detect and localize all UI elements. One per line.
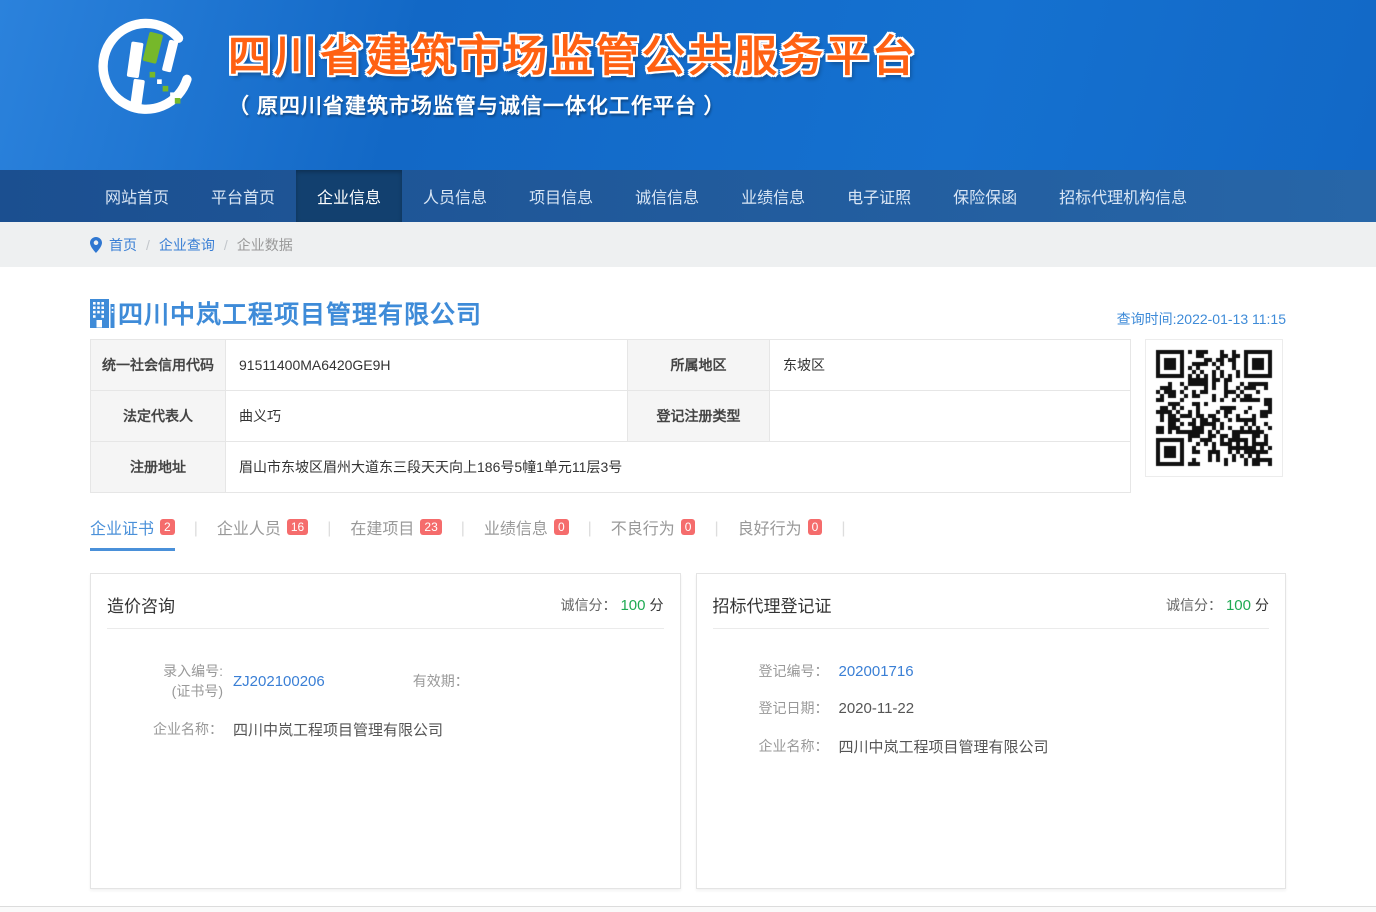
credit-score: 诚信分：100分 [1166,595,1269,615]
breadcrumb-separator: / [146,237,150,253]
tab-bad-behavior[interactable]: 不良行为 0 [611,515,696,551]
tab-separator: | [841,520,845,547]
tab-enterprise-personnel[interactable]: 企业人员 16 [217,515,308,551]
nav-item-bidding-agency-info[interactable]: 招标代理机构信息 [1038,170,1208,222]
field-label: 企业名称： [697,736,829,756]
cell-value-region: 东坡区 [770,340,1131,391]
tab-count-badge: 2 [160,519,175,535]
nav-item-performance-info[interactable]: 业绩信息 [720,170,826,222]
detail-tabs: 企业证书 2 | 企业人员 16 | 在建项目 23 | 业绩信息 0 | 不良… [90,515,1286,551]
breadcrumb-home-link[interactable]: 首页 [109,235,137,255]
table-row: 法定代表人 曲义巧 登记注册类型 [91,391,1131,442]
tab-label: 不良行为 [611,515,675,539]
company-info-table: 统一社会信用代码 91511400MA6420GE9H 所属地区 东坡区 法定代… [90,339,1131,493]
credit-score-unit: 分 [1255,597,1269,613]
table-row: 统一社会信用代码 91511400MA6420GE9H 所属地区 东坡区 [91,340,1131,391]
nav-item-website-home[interactable]: 网站首页 [84,170,190,222]
tab-performance-info[interactable]: 业绩信息 0 [484,515,569,551]
certificate-card-cost-consulting: 造价咨询 诚信分：100 分 录入编号: (证书号) ZJ202100206 有效… [90,573,681,889]
tab-enterprise-certificates[interactable]: 企业证书 2 [90,515,175,551]
field-row-company-name: 企业名称： 四川中岚工程项目管理有限公司 [91,719,680,740]
nav-item-e-certificate[interactable]: 电子证照 [826,170,932,222]
tab-separator: | [194,520,198,547]
credit-score: 诚信分：100 分 [560,595,663,615]
breadcrumb-enterprise-query-link[interactable]: 企业查询 [159,235,215,255]
query-time: 查询时间:2022-01-13 11:15 [1117,309,1286,331]
nav-item-platform-home[interactable]: 平台首页 [190,170,296,222]
tab-separator: | [461,520,465,547]
nav-item-insurance-guarantee[interactable]: 保险保函 [932,170,1038,222]
breadcrumb-separator: / [224,237,228,253]
site-subtitle: （ 原四川省建筑市场监管与诚信一体化工作平台 ） [228,90,918,120]
tab-count-badge: 23 [420,519,441,535]
tab-projects-under-construction[interactable]: 在建项目 23 [350,515,441,551]
tab-count-badge: 0 [554,519,569,535]
certificate-number-link[interactable]: ZJ202100206 [233,673,325,690]
table-row: 注册地址 眉山市东坡区眉州大道东三段天天向上186号5幢1单元11层3号 [91,442,1131,493]
cell-value-registered-address: 眉山市东坡区眉州大道东三段天天向上186号5幢1单元11层3号 [226,442,1131,493]
nav-item-credit-info[interactable]: 诚信信息 [614,170,720,222]
credit-score-label: 诚信分： [1166,597,1222,613]
cell-label-credit-code: 统一社会信用代码 [91,340,226,391]
company-name-title: 四川中岚工程项目管理有限公司 [118,295,482,331]
tab-good-behavior[interactable]: 良好行为 0 [738,515,823,551]
credit-score-value: 100 [1226,597,1251,614]
main-nav: 网站首页 平台首页 企业信息 人员信息 项目信息 诚信信息 业绩信息 电子证照 … [0,170,1376,222]
site-header: 四川省建筑市场监管公共服务平台 （ 原四川省建筑市场监管与诚信一体化工作平台 ） [0,0,1376,170]
cell-label-region: 所属地区 [628,340,770,391]
cell-label-legal-representative: 法定代表人 [91,391,226,442]
field-label: 登记日期： [697,698,829,718]
cell-value-registration-type [770,391,1131,442]
card-title: 招标代理登记证 [713,592,832,617]
platform-logo [88,14,200,126]
location-pin-icon [90,237,102,253]
tab-label: 企业证书 [90,515,154,539]
field-value-company-name: 四川中岚工程项目管理有限公司 [839,736,1049,757]
breadcrumb: 首页 / 企业查询 / 企业数据 [0,222,1376,267]
tab-count-badge: 0 [808,519,823,535]
cell-label-registration-type: 登记注册类型 [628,391,770,442]
certificate-card-bidding-agency: 招标代理登记证 诚信分：100分 登记编号： 202001716 登记日期： 2… [696,573,1287,889]
nav-item-personnel-info[interactable]: 人员信息 [402,170,508,222]
tab-label: 企业人员 [217,515,281,539]
field-label: 录入编号: (证书号) [91,661,223,702]
field-value-company-name: 四川中岚工程项目管理有限公司 [233,719,443,740]
field-label: 登记编号： [697,661,829,681]
field-value-registration-date: 2020-11-22 [839,700,915,717]
field-label-validity: 有效期： [413,671,469,691]
tab-label: 在建项目 [350,515,414,539]
footer-divider [0,906,1376,912]
nav-item-enterprise-info[interactable]: 企业信息 [296,170,402,222]
nav-item-project-info[interactable]: 项目信息 [508,170,614,222]
breadcrumb-current-page: 企业数据 [237,235,293,255]
field-row-registration-date: 登记日期： 2020-11-22 [697,698,1286,718]
field-row-entry-number: 录入编号: (证书号) ZJ202100206 有效期： [91,661,680,702]
tab-count-badge: 16 [287,519,308,535]
field-label: 企业名称： [91,719,223,739]
qr-code [1145,339,1283,477]
tab-separator: | [588,520,592,547]
field-row-company-name: 企业名称： 四川中岚工程项目管理有限公司 [697,736,1286,757]
credit-score-label: 诚信分： [560,597,616,613]
card-title: 造价咨询 [107,592,175,617]
credit-score-unit: 分 [650,597,664,613]
registration-number-link[interactable]: 202001716 [839,663,914,680]
credit-score-value: 100 [620,597,645,614]
cell-label-registered-address: 注册地址 [91,442,226,493]
tab-separator: | [714,520,718,547]
tab-label: 业绩信息 [484,515,548,539]
site-title: 四川省建筑市场监管公共服务平台 [228,22,918,84]
building-icon [90,299,115,328]
cell-value-credit-code: 91511400MA6420GE9H [226,340,628,391]
field-row-registration-number: 登记编号： 202001716 [697,661,1286,681]
tab-label: 良好行为 [738,515,802,539]
tab-separator: | [327,520,331,547]
tab-count-badge: 0 [681,519,696,535]
cell-value-legal-representative: 曲义巧 [226,391,628,442]
